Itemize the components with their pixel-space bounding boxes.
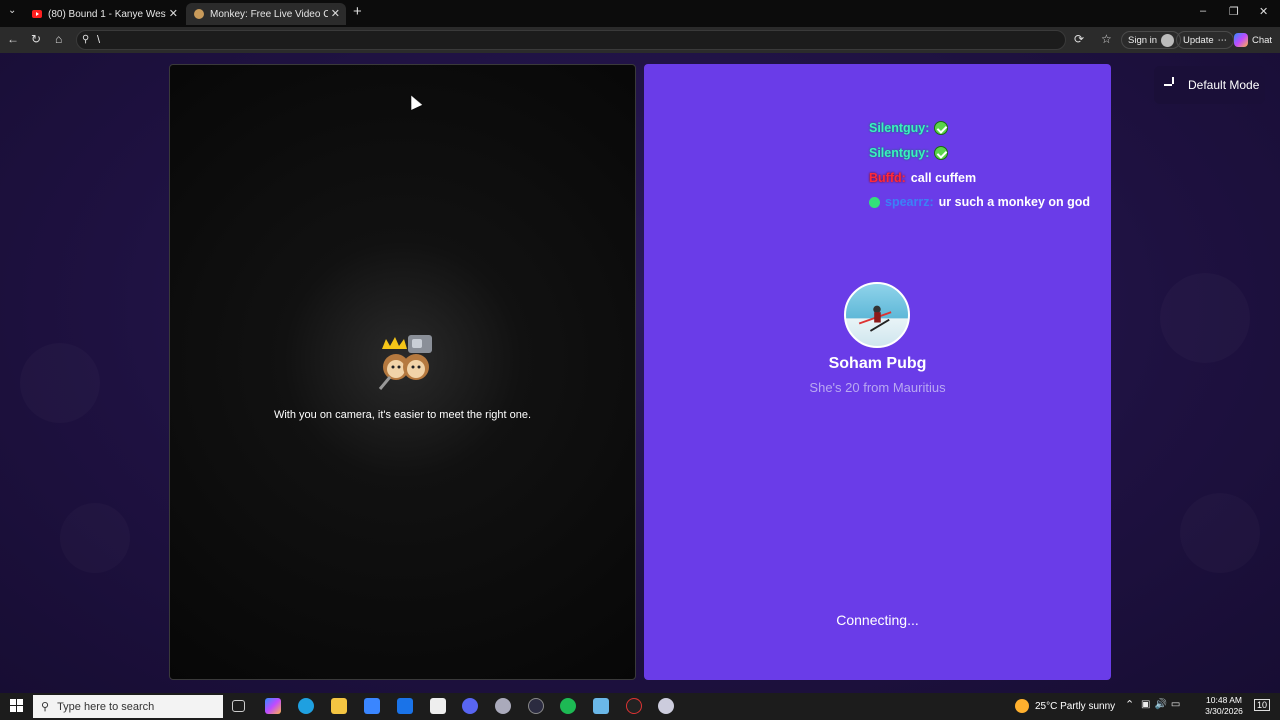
- chat-text: ur such a monkey on god: [938, 195, 1091, 209]
- system-clock[interactable]: 10:48 AM 3/30/2026: [1199, 695, 1249, 717]
- back-icon[interactable]: ←: [7, 32, 19, 46]
- background-pattern: [1180, 493, 1260, 573]
- taskbar-search[interactable]: ⚲ Type here to search: [33, 695, 223, 718]
- windows-start-icon[interactable]: [10, 699, 23, 712]
- youtube-icon: [32, 10, 42, 18]
- weather-widget[interactable]: 25°C Partly sunny: [1015, 699, 1115, 713]
- update-button[interactable]: Update ⋯: [1176, 31, 1235, 49]
- tab-actions-icon[interactable]: ⌄: [8, 5, 16, 16]
- new-tab-button[interactable]: +: [353, 3, 362, 20]
- copilot-chat-button[interactable]: Chat: [1234, 33, 1272, 47]
- copilot-icon: [1234, 33, 1248, 47]
- app-icon[interactable]: [626, 698, 642, 714]
- chat-username: spearrz:: [885, 195, 934, 209]
- windows-taskbar: ⚲ Type here to search 25°C Partly sunny …: [0, 693, 1280, 720]
- background-pattern: [20, 343, 100, 423]
- favorites-icon[interactable]: ☆: [1101, 32, 1112, 46]
- chat-message: Silentguy:: [869, 146, 949, 160]
- close-icon[interactable]: ✕: [331, 7, 340, 20]
- weather-text: 25°C Partly sunny: [1035, 700, 1116, 712]
- chat-message: spearrz: ur such a monkey on god: [869, 195, 1090, 209]
- chat-label: Chat: [1252, 34, 1273, 46]
- tray-icons[interactable]: ▣🔊▭: [1141, 699, 1184, 710]
- chat-username: Silentguy:: [869, 121, 930, 135]
- mail-icon[interactable]: [397, 698, 413, 714]
- chat-username: Silentguy:: [869, 146, 930, 160]
- background-pattern: [1160, 273, 1250, 363]
- mode-label: Default Mode: [1188, 78, 1260, 92]
- chat-text: call cuffem: [910, 171, 977, 185]
- tab-youtube[interactable]: (80) Bound 1 - Kanye West (origin ✕: [24, 3, 184, 25]
- app-icon[interactable]: [658, 698, 674, 714]
- restore-icon[interactable]: ❐: [1229, 5, 1239, 18]
- more-icon: ⋯: [1217, 34, 1228, 46]
- home-icon[interactable]: ⌂: [55, 32, 62, 46]
- clock-time: 10:48 AM: [1206, 695, 1242, 705]
- minimize-icon[interactable]: –: [1200, 5, 1206, 17]
- browser-tab-strip: ⌄ (80) Bound 1 - Kanye West (origin ✕ Mo…: [0, 0, 1280, 27]
- app-icon[interactable]: [593, 698, 609, 714]
- file-explorer-icon[interactable]: [331, 698, 347, 714]
- search-icon: ⚲: [82, 34, 90, 45]
- chat-message: Buffd: call cuffem: [869, 171, 976, 185]
- close-icon[interactable]: ✕: [169, 7, 178, 20]
- monkey-camera-icon: [378, 335, 432, 390]
- page-content: With you on camera, it's easier to meet …: [0, 53, 1280, 693]
- skier-image: [858, 305, 892, 332]
- close-window-icon[interactable]: ✕: [1259, 5, 1268, 18]
- weather-icon: [1015, 699, 1029, 713]
- check-emoji-icon: [934, 121, 949, 135]
- discord-icon[interactable]: [462, 698, 478, 714]
- update-label: Update: [1183, 34, 1214, 46]
- match-pane: Silentguy: Silentguy: Buffd: call cuffem…: [644, 64, 1111, 680]
- address-text: \: [97, 34, 101, 46]
- store-icon[interactable]: [364, 698, 380, 714]
- copilot-taskbar-icon[interactable]: [265, 698, 281, 714]
- chat-message: Silentguy:: [869, 121, 949, 135]
- tray-expand-icon[interactable]: ⌃: [1125, 698, 1134, 711]
- task-view-icon[interactable]: [232, 700, 245, 712]
- match-info: She's 20 from Mauritius: [809, 380, 946, 395]
- match-name: Soham Pubg: [828, 355, 927, 372]
- sign-in-label: Sign in: [1128, 34, 1158, 46]
- local-video-pane: With you on camera, it's easier to meet …: [169, 64, 636, 680]
- default-mode-button[interactable]: Default Mode: [1154, 66, 1265, 104]
- search-icon: ⚲: [41, 701, 50, 713]
- edge-icon[interactable]: [298, 698, 314, 714]
- verified-badge-icon: [869, 196, 880, 208]
- tab-monkey[interactable]: Monkey: Free Live Video Chat to M ✕: [186, 3, 346, 25]
- sign-in-button[interactable]: Sign in: [1121, 31, 1182, 49]
- search-placeholder: Type here to search: [57, 700, 155, 713]
- browser-toolbar: ← ↻ ⌂ ⚲ \ ⟳ ☆ Sign in Update ⋯ Chat: [0, 27, 1280, 53]
- camera-message: With you on camera, it's easier to meet …: [273, 409, 532, 421]
- clock-date: 3/30/2026: [1205, 706, 1243, 716]
- monkey-icon: [194, 9, 204, 19]
- tab-title: Monkey: Free Live Video Chat to M: [210, 8, 328, 20]
- spotify-icon[interactable]: [560, 698, 576, 714]
- notepad-icon[interactable]: [430, 698, 446, 714]
- tab-title: (80) Bound 1 - Kanye West (origin: [48, 8, 166, 20]
- extensions-icon[interactable]: ⟳: [1074, 32, 1084, 46]
- match-avatar: [844, 282, 910, 348]
- compress-icon: [1164, 77, 1180, 93]
- refresh-icon[interactable]: ↻: [31, 32, 41, 46]
- connection-status: Connecting...: [836, 612, 919, 628]
- background-pattern: [60, 503, 130, 573]
- app-icon[interactable]: [528, 698, 544, 714]
- profile-icon: [1161, 33, 1175, 47]
- chat-username: Buffd:: [869, 171, 906, 185]
- check-emoji-icon: [934, 146, 949, 160]
- address-bar[interactable]: ⚲ \: [76, 30, 1066, 50]
- notifications-icon[interactable]: 10: [1254, 699, 1271, 711]
- vpn-icon[interactable]: [495, 698, 511, 714]
